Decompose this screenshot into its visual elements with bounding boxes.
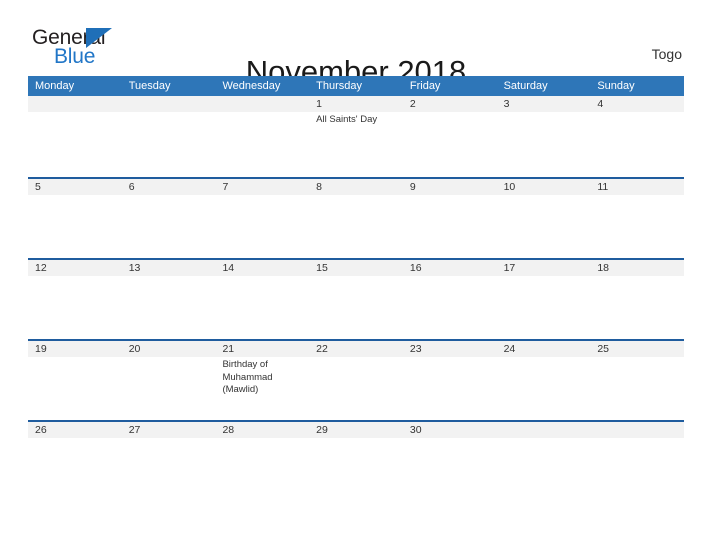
- calendar-day-cell[interactable]: 26: [28, 422, 122, 501]
- calendar-day-cell[interactable]: 23: [403, 341, 497, 420]
- calendar-day-cell[interactable]: 16: [403, 260, 497, 339]
- calendar-week-row: 1 All Saints' Day 2 3 4: [28, 96, 684, 177]
- holiday-event-label: Birthday of Muhammad (Mawlid): [222, 359, 273, 395]
- country-label: Togo: [651, 46, 682, 62]
- weekday-header-row: Monday Tuesday Wednesday Thursday Friday…: [28, 76, 684, 96]
- calendar-week-row: 26 27 28 29 30: [28, 420, 684, 501]
- day-number: 29: [316, 424, 328, 436]
- weekday-header-tuesday: Tuesday: [128, 80, 171, 92]
- weekday-header-monday: Monday: [35, 80, 75, 92]
- calendar-day-cell[interactable]: 15: [309, 260, 403, 339]
- day-number: 24: [503, 343, 516, 355]
- day-number: 2: [409, 98, 416, 110]
- weekday-header-thursday: Thursday: [316, 80, 363, 92]
- calendar-day-cell[interactable]: 24: [497, 341, 591, 420]
- holiday-event-label: All Saints' Day: [316, 114, 378, 125]
- day-number: 28: [222, 424, 235, 436]
- day-number: 5: [35, 181, 41, 193]
- day-number: 17: [503, 262, 516, 274]
- calendar-day-cell[interactable]: 5: [28, 179, 122, 258]
- calendar-day-cell[interactable]: 28: [215, 422, 309, 501]
- calendar-day-cell[interactable]: 18: [590, 260, 684, 339]
- weekday-header-wednesday: Wednesday: [222, 80, 281, 92]
- day-event-list: All Saints' Day: [316, 114, 397, 127]
- day-number: 14: [222, 262, 235, 274]
- calendar-day-cell-empty: [122, 96, 216, 177]
- day-number: 19: [35, 343, 47, 355]
- calendar-day-cell-empty: [590, 422, 684, 501]
- calendar-day-cell[interactable]: 19: [28, 341, 122, 420]
- calendar-day-cell[interactable]: 13: [122, 260, 216, 339]
- calendar-week-row: 19 20 21 Birthday of Muhammad (Mawlid) 22 23 2…: [28, 339, 684, 420]
- calendar-weeks: 1 All Saints' Day 2 3 4 5 6 7 8 9 10 11 12 13 14 15 16 17…: [28, 96, 684, 501]
- day-number: 7: [222, 181, 229, 193]
- day-number: 15: [316, 262, 328, 274]
- day-number: 12: [35, 262, 47, 274]
- calendar-day-cell[interactable]: 1 All Saints' Day: [309, 96, 403, 177]
- day-number: 6: [128, 181, 135, 193]
- day-number: 30: [409, 424, 422, 436]
- day-number: 13: [128, 262, 141, 274]
- day-number: 23: [409, 343, 422, 355]
- day-number: 3: [503, 98, 510, 110]
- calendar-day-cell-empty: [215, 96, 309, 177]
- calendar-day-cell[interactable]: 27: [122, 422, 216, 501]
- calendar-day-cell[interactable]: 29: [309, 422, 403, 501]
- weekday-header-friday: Friday: [409, 80, 441, 92]
- calendar-day-cell-empty: [497, 422, 591, 501]
- day-number: 25: [597, 343, 609, 355]
- calendar-day-cell[interactable]: 20: [122, 341, 216, 420]
- calendar-day-cell[interactable]: 9: [403, 179, 497, 258]
- calendar-grid: Monday Tuesday Wednesday Thursday Friday…: [28, 76, 684, 501]
- day-number: 9: [409, 181, 416, 193]
- calendar-day-cell[interactable]: 14: [215, 260, 309, 339]
- calendar-day-cell[interactable]: 6: [122, 179, 216, 258]
- calendar-day-cell[interactable]: 22: [309, 341, 403, 420]
- day-number: 18: [597, 262, 609, 274]
- calendar-day-cell[interactable]: 8: [309, 179, 403, 258]
- weekday-header-sunday: Sunday: [597, 80, 635, 92]
- calendar-day-cell[interactable]: 21 Birthday of Muhammad (Mawlid): [215, 341, 309, 420]
- calendar-day-cell[interactable]: 7: [215, 179, 309, 258]
- day-number: 11: [597, 181, 609, 193]
- day-event-list: Birthday of Muhammad (Mawlid): [222, 359, 303, 397]
- day-number: 10: [503, 181, 516, 193]
- calendar-day-cell[interactable]: 30: [403, 422, 497, 501]
- calendar-day-cell[interactable]: 3: [497, 96, 591, 177]
- calendar-week-row: 5 6 7 8 9 10 11: [28, 177, 684, 258]
- day-number: 27: [128, 424, 141, 436]
- calendar-day-cell[interactable]: 17: [497, 260, 591, 339]
- day-number: 21: [222, 343, 235, 355]
- day-number: 16: [409, 262, 422, 274]
- calendar-page: General Blue November 2018 Togo Monday T…: [0, 0, 712, 550]
- calendar-day-cell[interactable]: 25: [590, 341, 684, 420]
- day-number: 26: [35, 424, 47, 436]
- day-number: 20: [128, 343, 141, 355]
- calendar-day-cell[interactable]: 4: [590, 96, 684, 177]
- day-number: 22: [316, 343, 328, 355]
- calendar-day-cell-empty: [28, 96, 122, 177]
- calendar-day-cell[interactable]: 12: [28, 260, 122, 339]
- calendar-day-cell[interactable]: 10: [497, 179, 591, 258]
- day-number: 1: [316, 98, 322, 110]
- day-number: 8: [316, 181, 322, 193]
- day-number: 4: [597, 98, 604, 110]
- calendar-day-cell[interactable]: 11: [590, 179, 684, 258]
- page-header: General Blue November 2018 Togo: [0, 0, 712, 89]
- weekday-header-saturday: Saturday: [503, 80, 548, 92]
- calendar-day-cell[interactable]: 2: [403, 96, 497, 177]
- calendar-week-row: 12 13 14 15 16 17 18: [28, 258, 684, 339]
